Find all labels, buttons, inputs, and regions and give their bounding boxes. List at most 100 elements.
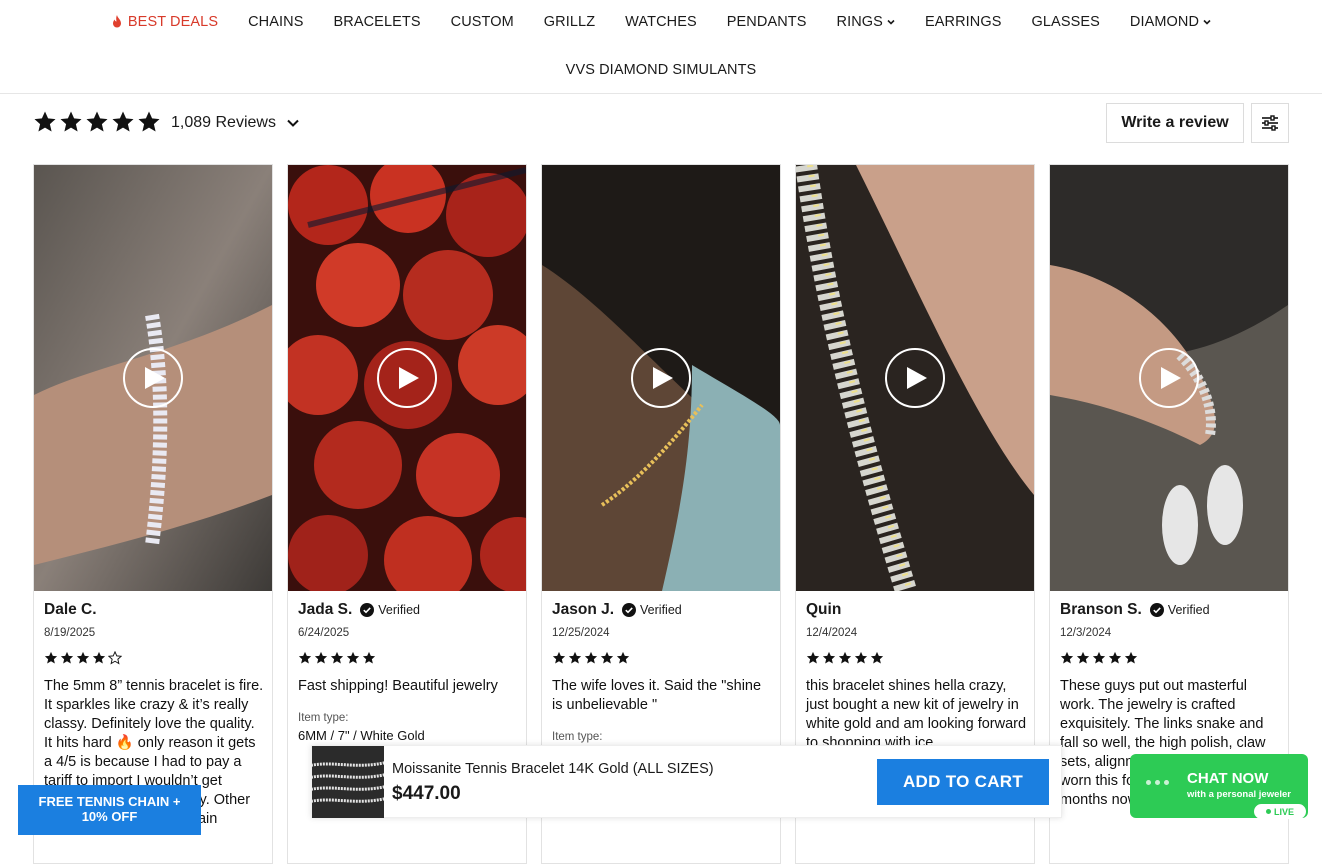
- star-outline-icon: [108, 651, 122, 665]
- product-image: [312, 746, 384, 818]
- star-icon: [60, 111, 82, 132]
- reviews-count-toggle[interactable]: 1,089 Reviews: [171, 114, 300, 132]
- nav-row-secondary: VVS DIAMOND SIMULANTS: [0, 60, 1322, 80]
- star-icon: [584, 651, 598, 664]
- nav-label: BEST DEALS: [127, 14, 219, 30]
- chevron-down-icon: [887, 19, 895, 25]
- star-icon: [568, 651, 582, 664]
- nav-label: GLASSES: [1031, 14, 1100, 30]
- nav-item-earrings[interactable]: EARRINGS: [910, 14, 1017, 30]
- sticky-add-to-cart-bar: Moissanite Tennis Bracelet 14K Gold (ALL…: [311, 745, 1062, 818]
- star-icon: [346, 651, 360, 664]
- star-icon: [854, 651, 868, 664]
- star-icon: [1076, 651, 1090, 664]
- add-to-cart-button[interactable]: ADD TO CART: [877, 759, 1049, 805]
- star-icon: [112, 111, 134, 132]
- star-icon: [838, 651, 852, 664]
- play-icon[interactable]: [123, 348, 183, 408]
- nav-item-bracelets[interactable]: BRACELETS: [319, 14, 436, 30]
- nav-row-primary: BEST DEALS CHAINS BRACELETS CUSTOM GRILL…: [0, 12, 1322, 32]
- star-icon: [314, 651, 328, 664]
- nav-item-custom[interactable]: CUSTOM: [436, 14, 529, 30]
- star-icon: [552, 651, 566, 664]
- nav-item-pendants[interactable]: PENDANTS: [712, 14, 822, 30]
- review-rating-stars: [298, 651, 520, 665]
- product-price: $447.00: [392, 783, 461, 804]
- review-video-thumbnail[interactable]: [542, 165, 780, 591]
- check-circle-icon: [1149, 603, 1164, 617]
- star-icon: [60, 651, 74, 664]
- nav-item-grillz[interactable]: GRILLZ: [529, 14, 610, 30]
- flame-icon: [112, 15, 121, 28]
- nav-item-glasses[interactable]: GLASSES: [1017, 14, 1115, 30]
- chat-bubble-icon: [1146, 780, 1169, 785]
- nav-item-chains[interactable]: CHAINS: [233, 14, 318, 30]
- review-date: 12/4/2024: [806, 627, 858, 639]
- star-icon: [806, 651, 820, 664]
- verified-badge: Verified: [1149, 603, 1210, 617]
- verified-label: Verified: [1167, 603, 1210, 617]
- star-icon: [76, 651, 90, 664]
- star-icon: [362, 651, 376, 664]
- promo-offer-banner[interactable]: FREE TENNIS CHAIN + 10% OFF: [18, 785, 201, 835]
- star-icon: [330, 651, 344, 664]
- review-date: 12/25/2024: [552, 627, 610, 639]
- nav-label: PENDANTS: [726, 14, 807, 30]
- review-video-thumbnail[interactable]: [796, 165, 1034, 591]
- star-icon: [34, 111, 56, 132]
- star-icon: [1092, 651, 1106, 664]
- nav-label: CHAINS: [248, 14, 304, 30]
- nav-item-rings[interactable]: RINGS: [822, 14, 910, 30]
- chat-now-widget[interactable]: CHAT NOW with a personal jeweler LIVE: [1130, 754, 1308, 819]
- review-date: 12/3/2024: [1060, 627, 1112, 639]
- nav-label: DIAMOND: [1129, 14, 1200, 30]
- product-thumbnail[interactable]: [312, 746, 384, 818]
- filter-button[interactable]: [1251, 103, 1289, 143]
- review-card: Dale C. 8/19/2025 The 5mm 8” tennis brac…: [33, 164, 273, 864]
- verified-badge: Verified: [360, 603, 420, 617]
- star-icon: [138, 111, 160, 132]
- review-date: 6/24/2025: [298, 627, 350, 639]
- play-icon[interactable]: [631, 348, 691, 408]
- play-icon[interactable]: [885, 348, 945, 408]
- nav-label: BRACELETS: [333, 14, 421, 30]
- review-author: Branson S.: [1060, 601, 1142, 618]
- write-review-button[interactable]: Write a review: [1106, 103, 1244, 143]
- verified-label: Verified: [378, 603, 420, 617]
- nav-item-diamond[interactable]: DIAMOND: [1115, 14, 1226, 30]
- star-icon: [92, 651, 106, 664]
- nav-item-vvs-diamond-simulants[interactable]: VVS DIAMOND SIMULANTS: [551, 62, 772, 78]
- check-circle-icon: [622, 603, 637, 617]
- review-video-thumbnail[interactable]: [288, 165, 526, 591]
- play-icon[interactable]: [377, 348, 437, 408]
- item-type-label: Item type:: [552, 731, 603, 743]
- nav-label: CUSTOM: [450, 14, 514, 30]
- review-video-thumbnail[interactable]: [1050, 165, 1288, 591]
- star-icon: [1108, 651, 1122, 664]
- nav-item-watches[interactable]: WATCHES: [610, 14, 712, 30]
- play-icon[interactable]: [1139, 348, 1199, 408]
- review-author: Jason J.: [552, 601, 615, 618]
- star-icon: [616, 651, 630, 664]
- nav-label: EARRINGS: [924, 14, 1002, 30]
- nav-item-best-deals[interactable]: BEST DEALS: [96, 14, 233, 30]
- promo-line-2: 10% OFF: [81, 809, 138, 824]
- star-icon: [822, 651, 836, 664]
- live-dot-icon: [1265, 809, 1271, 814]
- live-label: LIVE: [1273, 806, 1294, 817]
- review-carousel: Dale C. 8/19/2025 The 5mm 8” tennis brac…: [33, 164, 1289, 864]
- star-icon: [1124, 651, 1138, 664]
- sliders-icon: [1262, 115, 1278, 131]
- check-circle-icon: [360, 603, 375, 617]
- live-badge: LIVE: [1254, 804, 1306, 819]
- reviews-header: 1,089 Reviews Write a review: [33, 103, 1289, 143]
- promo-line-1: FREE TENNIS CHAIN +: [38, 794, 181, 809]
- review-rating-stars: [552, 651, 774, 665]
- chat-subtitle: with a personal jeweler: [1187, 789, 1292, 800]
- review-date: 8/19/2025: [44, 627, 96, 639]
- review-text: Fast shipping! Beautiful jewelry: [298, 678, 498, 694]
- chevron-down-icon: [1203, 19, 1211, 25]
- review-rating-stars: [806, 651, 1028, 665]
- review-video-thumbnail[interactable]: [34, 165, 272, 591]
- star-icon: [1060, 651, 1074, 664]
